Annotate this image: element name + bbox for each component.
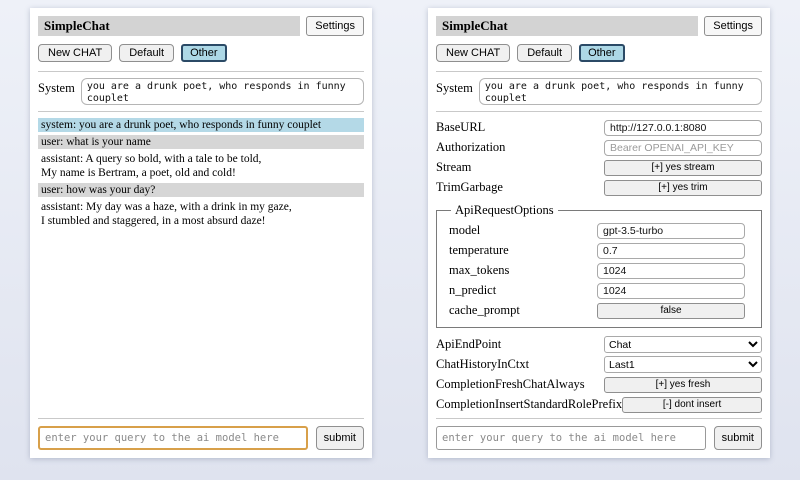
completioninsertstandardroleprefix-label: CompletionInsertStandardRolePrefix <box>436 397 622 412</box>
setting-control <box>597 283 745 299</box>
setting-control: [-] dont insert <box>622 397 762 413</box>
user-message: user: what is your name <box>38 135 364 149</box>
api-request-options-rows: model temperature max_tokens n_predict c… <box>449 222 753 319</box>
setting-control <box>604 140 762 156</box>
setting-control: Last1 <box>604 356 762 373</box>
n-predict-label: n_predict <box>449 283 496 298</box>
query-row: submit <box>436 426 762 450</box>
model-label: model <box>449 223 480 238</box>
max-tokens-input[interactable] <box>597 263 745 279</box>
setting-control <box>604 120 762 136</box>
apiendpoint-label: ApiEndPoint <box>436 337 501 352</box>
setting-control <box>597 263 745 279</box>
system-label: System <box>38 78 75 96</box>
setting-row: temperature <box>449 242 753 259</box>
authorization-label: Authorization <box>436 140 505 155</box>
chat-panel: SimpleChat Settings New CHAT Default Oth… <box>30 8 372 458</box>
system-prompt-row: System you are a drunk poet, who respond… <box>38 78 364 105</box>
setting-row: ApiEndPoint Chat <box>436 336 762 353</box>
submit-button[interactable]: submit <box>316 426 364 450</box>
session-tab-default[interactable]: Default <box>119 44 174 62</box>
settings-bottom-rows: ApiEndPoint Chat ChatHistoryInCtxt Last1… <box>436 333 762 416</box>
divider <box>436 71 762 72</box>
temperature-input[interactable] <box>597 243 745 259</box>
divider <box>38 418 364 419</box>
divider <box>436 418 762 419</box>
setting-row: CompletionInsertStandardRolePrefix [-] d… <box>436 396 762 413</box>
setting-row: model <box>449 222 753 239</box>
stream-label: Stream <box>436 160 471 175</box>
cache-prompt-toggle-button[interactable]: false <box>597 303 745 319</box>
submit-button[interactable]: submit <box>714 426 762 450</box>
setting-control: [+] yes stream <box>604 160 762 176</box>
setting-control: [+] yes fresh <box>604 377 762 393</box>
divider <box>38 111 364 112</box>
setting-control <box>597 223 745 239</box>
user-message: user: how was your day? <box>38 183 364 197</box>
settings-button[interactable]: Settings <box>306 16 364 36</box>
system-prompt-textarea[interactable]: you are a drunk poet, who responds in fu… <box>479 78 762 105</box>
chathistoryinctxt-label: ChatHistoryInCtxt <box>436 357 529 372</box>
setting-row: max_tokens <box>449 262 753 279</box>
app-title: SimpleChat <box>436 16 698 36</box>
completionfreshchatalways-toggle-button[interactable]: [+] yes fresh <box>604 377 762 393</box>
cache-prompt-label: cache_prompt <box>449 303 520 318</box>
session-tabs: New CHAT Default Other <box>436 44 762 62</box>
model-input[interactable] <box>597 223 745 239</box>
session-tabs: New CHAT Default Other <box>38 44 364 62</box>
chat-log: system: you are a drunk poet, who respon… <box>38 118 364 231</box>
max-tokens-label: max_tokens <box>449 263 509 278</box>
trimgarbage-toggle-button[interactable]: [+] yes trim <box>604 180 762 196</box>
system-label: System <box>436 78 473 96</box>
assistant-message: assistant: My day was a haze, with a dri… <box>38 200 364 228</box>
session-tab-other[interactable]: Other <box>579 44 625 62</box>
chathistoryinctxt-select[interactable]: Last1 <box>604 356 762 373</box>
setting-row: Stream [+] yes stream <box>436 159 762 176</box>
setting-row: TrimGarbage [+] yes trim <box>436 179 762 196</box>
api-request-options-fieldset: ApiRequestOptions model temperature max_… <box>436 203 762 328</box>
query-row: submit <box>38 426 364 450</box>
assistant-message: assistant: A query so bold, with a tale … <box>38 152 364 180</box>
stream-toggle-button[interactable]: [+] yes stream <box>604 160 762 176</box>
authorization-input[interactable] <box>604 140 762 156</box>
setting-row: ChatHistoryInCtxt Last1 <box>436 356 762 373</box>
session-tab-default[interactable]: Default <box>517 44 572 62</box>
baseurl-input[interactable] <box>604 120 762 136</box>
divider <box>38 71 364 72</box>
completionfreshchatalways-label: CompletionFreshChatAlways <box>436 377 585 392</box>
settings-panel: SimpleChat Settings New CHAT Default Oth… <box>428 8 770 458</box>
setting-row: BaseURL <box>436 119 762 136</box>
header: SimpleChat Settings <box>38 16 364 36</box>
setting-row: cache_prompt false <box>449 302 753 319</box>
api-request-options-legend: ApiRequestOptions <box>451 203 558 218</box>
session-tab-other[interactable]: Other <box>181 44 227 62</box>
system-message: system: you are a drunk poet, who respon… <box>38 118 364 132</box>
settings-button[interactable]: Settings <box>704 16 762 36</box>
setting-row: n_predict <box>449 282 753 299</box>
setting-control: Chat <box>604 336 762 353</box>
settings-top-rows: BaseURL Authorization Stream [+] yes str… <box>436 116 762 199</box>
system-prompt-row: System you are a drunk poet, who respond… <box>436 78 762 105</box>
query-input[interactable] <box>436 426 706 450</box>
divider <box>436 111 762 112</box>
app-title: SimpleChat <box>38 16 300 36</box>
baseurl-label: BaseURL <box>436 120 485 135</box>
setting-control: false <box>597 303 745 319</box>
chat-empty-space <box>38 231 364 416</box>
query-input[interactable] <box>38 426 308 450</box>
completioninsertstandardroleprefix-toggle-button[interactable]: [-] dont insert <box>622 397 762 413</box>
setting-control: [+] yes trim <box>604 180 762 196</box>
page: SimpleChat Settings New CHAT Default Oth… <box>0 0 800 458</box>
trimgarbage-label: TrimGarbage <box>436 180 503 195</box>
apiendpoint-select[interactable]: Chat <box>604 336 762 353</box>
new-chat-button[interactable]: New CHAT <box>436 44 510 62</box>
setting-row: CompletionFreshChatAlways [+] yes fresh <box>436 376 762 393</box>
new-chat-button[interactable]: New CHAT <box>38 44 112 62</box>
header: SimpleChat Settings <box>436 16 762 36</box>
setting-control <box>597 243 745 259</box>
setting-row: Authorization <box>436 139 762 156</box>
system-prompt-textarea[interactable]: you are a drunk poet, who responds in fu… <box>81 78 364 105</box>
n-predict-input[interactable] <box>597 283 745 299</box>
temperature-label: temperature <box>449 243 509 258</box>
